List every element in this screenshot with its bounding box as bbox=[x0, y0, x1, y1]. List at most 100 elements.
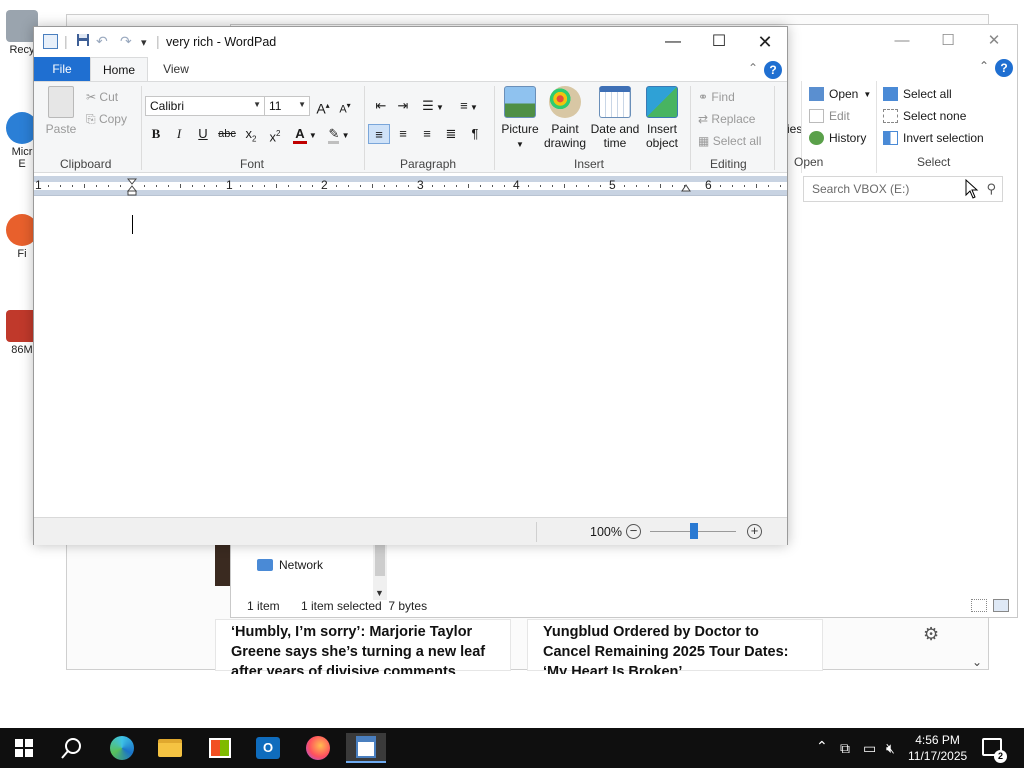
select-none-button[interactable]: Select none bbox=[883, 109, 966, 123]
open-button[interactable]: Open ▼ bbox=[809, 87, 871, 101]
taskbar-firefox[interactable] bbox=[298, 733, 338, 763]
insert-object-button[interactable]: Insert object bbox=[640, 86, 684, 150]
insert-picture-button[interactable]: Picture ▼ bbox=[498, 86, 542, 152]
show-hidden-icons-icon[interactable]: ⌃ bbox=[816, 738, 828, 755]
news-headline[interactable]: Yungblud Ordered by Doctor to Cancel Rem… bbox=[543, 622, 803, 674]
history-button[interactable]: History bbox=[809, 131, 866, 145]
title-bar[interactable]: | ↶ ↷ ▾ | very rich - WordPad — ☐ ✕ bbox=[34, 27, 787, 57]
gear-icon[interactable]: ⚙ bbox=[923, 624, 939, 645]
group-separator bbox=[364, 86, 365, 170]
bullets-icon[interactable]: ☰ ▼ bbox=[418, 96, 448, 116]
text-color-button[interactable]: A ▼ bbox=[290, 124, 320, 144]
zoom-out-button[interactable]: − bbox=[626, 524, 641, 539]
ruler-number: 1 bbox=[35, 178, 42, 192]
wordpad-icon bbox=[356, 736, 376, 758]
document-editor[interactable] bbox=[34, 197, 787, 517]
select-all-button[interactable]: ▦ Select all bbox=[698, 134, 761, 148]
paste-label: Paste bbox=[45, 122, 77, 136]
bold-button[interactable]: B bbox=[145, 124, 167, 144]
save-icon[interactable] bbox=[76, 33, 90, 50]
right-indent-marker-icon[interactable] bbox=[681, 184, 691, 192]
strikethrough-button[interactable]: abc bbox=[216, 124, 238, 144]
taskbar-wordpad[interactable] bbox=[346, 733, 386, 763]
paint-drawing-button[interactable]: Paint drawing bbox=[542, 86, 588, 150]
cut-button[interactable]: ✂ Cut bbox=[86, 90, 118, 104]
network-icon[interactable]: ▭ bbox=[863, 740, 876, 757]
chevron-down-icon: ▼ bbox=[863, 89, 872, 99]
nav-item-network[interactable]: Network bbox=[257, 558, 323, 572]
paste-button[interactable]: Paste bbox=[44, 86, 78, 136]
font-size-select[interactable]: 11 ▼ bbox=[264, 96, 310, 116]
tab-view[interactable]: View bbox=[152, 57, 200, 81]
help-icon[interactable]: ? bbox=[995, 59, 1013, 77]
increase-indent-icon[interactable]: ⇥ bbox=[392, 96, 414, 116]
align-center-icon[interactable]: ≡ bbox=[392, 124, 414, 144]
scrollbar-thumb[interactable] bbox=[375, 540, 385, 576]
line-spacing-icon[interactable]: ≡ ▼ bbox=[454, 96, 484, 116]
collapse-ribbon-icon[interactable]: ⌃ bbox=[748, 61, 758, 75]
scroll-down-icon[interactable]: ▼ bbox=[375, 588, 384, 598]
cut-icon: ✂ bbox=[86, 90, 97, 104]
select-all-button[interactable]: Select all bbox=[883, 87, 952, 101]
minimize-button[interactable]: — bbox=[879, 27, 925, 55]
collapse-ribbon-icon[interactable]: ⌃ bbox=[979, 59, 989, 73]
redo-icon[interactable]: ↷ bbox=[120, 33, 132, 50]
italic-button[interactable]: I bbox=[168, 124, 190, 144]
font-family-select[interactable]: Calibri ▼ bbox=[145, 96, 265, 116]
highlight-color-button[interactable]: ✎ ▼ bbox=[324, 124, 354, 144]
clock[interactable]: 4:56 PM 11/17/2025 bbox=[908, 732, 967, 764]
close-button[interactable]: ✕ bbox=[742, 27, 788, 57]
meet-now-icon[interactable]: ⧉ bbox=[840, 740, 850, 757]
replace-button[interactable]: ⇄ Replace bbox=[698, 112, 755, 126]
justify-icon[interactable]: ≣ bbox=[440, 124, 462, 144]
taskbar-file-explorer[interactable] bbox=[150, 733, 190, 763]
wordpad-app-icon[interactable] bbox=[43, 34, 58, 49]
news-headline[interactable]: ‘Humbly, I’m sorry’: Marjorie Taylor Gre… bbox=[231, 622, 501, 674]
invert-selection-label: Invert selection bbox=[903, 131, 984, 145]
start-button[interactable] bbox=[4, 733, 44, 763]
underline-button[interactable]: U bbox=[192, 124, 214, 144]
date-time-button[interactable]: Date and time bbox=[590, 86, 640, 150]
grow-font-icon[interactable]: A▴ bbox=[312, 96, 334, 117]
taskbar-edge[interactable] bbox=[102, 733, 142, 763]
details-view-icon[interactable] bbox=[971, 599, 987, 612]
zoom-slider-thumb[interactable] bbox=[690, 523, 698, 539]
ruler[interactable]: 1 1 2 3 4 5 6 bbox=[34, 176, 787, 196]
tab-file[interactable]: File bbox=[34, 57, 90, 81]
zoom-in-button[interactable]: + bbox=[747, 524, 762, 539]
find-button[interactable]: ⚭ Find bbox=[698, 90, 735, 104]
tab-home[interactable]: Home bbox=[90, 57, 148, 81]
copy-button[interactable]: ⎘ Copy bbox=[86, 112, 127, 127]
nav-scrollbar[interactable]: ▼ bbox=[373, 540, 387, 600]
close-button[interactable]: ✕ bbox=[971, 27, 1017, 55]
superscript-button[interactable]: x2 bbox=[264, 124, 286, 144]
select-none-icon bbox=[883, 109, 898, 123]
edit-button[interactable]: Edit bbox=[809, 109, 850, 123]
taskbar-outlook[interactable]: O bbox=[248, 733, 288, 763]
search-button[interactable] bbox=[52, 733, 92, 763]
notification-count-badge: 2 bbox=[994, 750, 1007, 763]
subscript-button[interactable]: x2 bbox=[240, 124, 262, 144]
decrease-indent-icon[interactable]: ⇤ bbox=[370, 96, 392, 116]
paragraph-settings-icon[interactable]: ¶ bbox=[464, 124, 486, 144]
help-icon[interactable]: ? bbox=[764, 61, 782, 79]
taskbar-store[interactable] bbox=[200, 733, 240, 763]
invert-selection-button[interactable]: Invert selection bbox=[883, 131, 984, 145]
window-title: very rich - WordPad bbox=[166, 35, 277, 49]
large-icons-view-icon[interactable] bbox=[993, 599, 1009, 612]
shrink-font-icon[interactable]: A▾ bbox=[334, 96, 356, 116]
maximize-button[interactable]: ☐ bbox=[925, 27, 971, 55]
maximize-button[interactable]: ☐ bbox=[696, 27, 742, 57]
undo-icon[interactable]: ↶ bbox=[96, 33, 108, 50]
minimize-button[interactable]: — bbox=[650, 27, 696, 57]
zoom-level: 100% bbox=[590, 525, 622, 539]
scroll-down-icon[interactable]: ⌄ bbox=[972, 655, 982, 669]
text-caret bbox=[132, 215, 133, 234]
volume-muted-icon[interactable]: 🔇︎ bbox=[886, 740, 895, 757]
align-left-icon[interactable]: ≡ bbox=[368, 124, 390, 144]
replace-icon: ⇄ bbox=[698, 112, 709, 126]
customize-quick-access-icon[interactable]: ▾ bbox=[141, 36, 147, 49]
nav-network-label: Network bbox=[279, 558, 324, 572]
indent-marker-icon[interactable] bbox=[127, 178, 137, 196]
align-right-icon[interactable]: ≡ bbox=[416, 124, 438, 144]
